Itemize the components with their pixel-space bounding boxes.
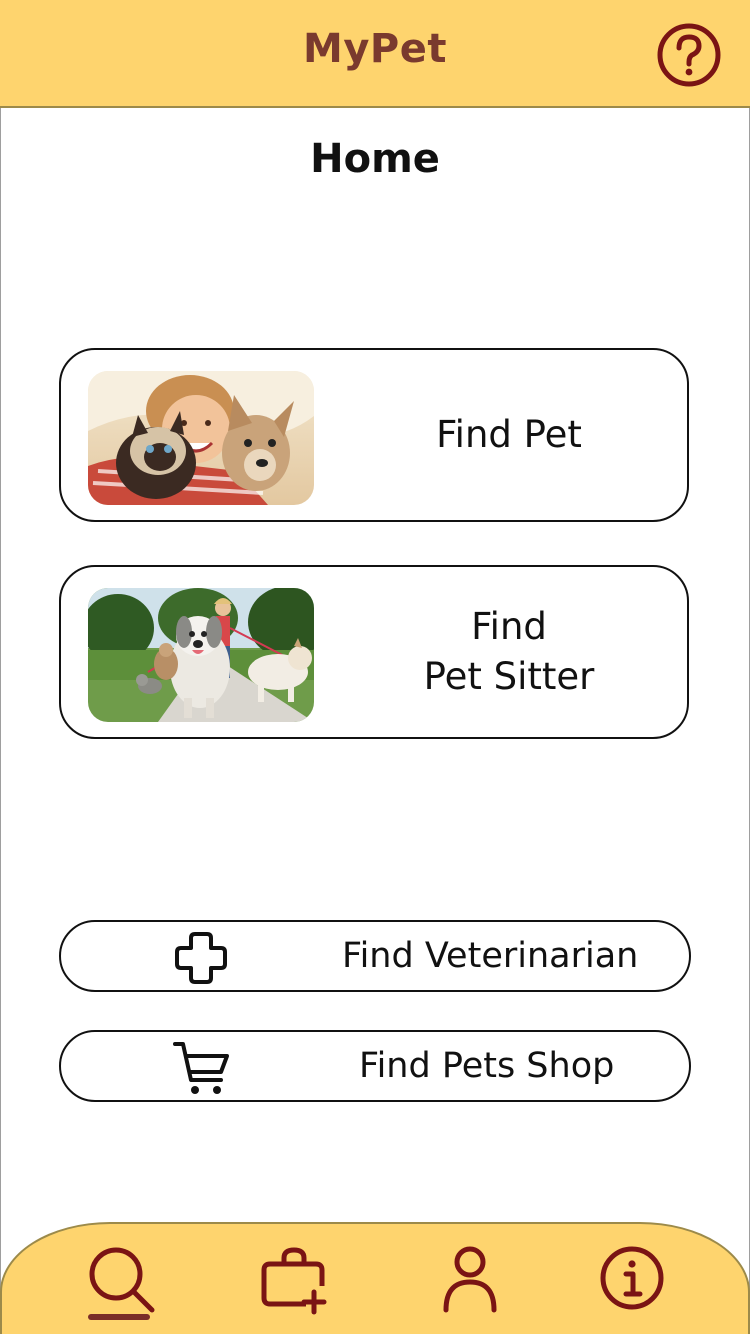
nav-profile[interactable] [432,1242,508,1318]
help-button[interactable] [656,22,722,88]
shopping-cart-icon [173,1042,229,1094]
woman-walking-dogs-photo [88,588,314,722]
medical-cross-icon [175,932,227,984]
nav-add-to-bag[interactable] [258,1242,334,1318]
app-title: MyPet [303,26,447,72]
app-header: MyPet [0,0,750,108]
search-icon [89,1247,155,1313]
girl-with-cat-and-dog-photo [88,371,314,505]
find-pets-shop-label: Find Pets Shop [359,1046,615,1086]
nav-info[interactable] [596,1242,672,1318]
find-pet-label: Find Pet [436,413,582,456]
find-pets-shop-button[interactable]: Find Pets Shop [59,1030,691,1102]
bag-add-icon [261,1247,327,1315]
find-pet-sitter-card[interactable]: Find Pet Sitter [59,565,689,739]
find-pet-sitter-label: Find Pet Sitter [423,605,595,698]
help-circle-icon [657,23,721,87]
find-pet-card[interactable]: Find Pet [59,348,689,522]
find-veterinarian-label: Find Veterinarian [342,936,639,976]
find-veterinarian-button[interactable]: Find Veterinarian [59,920,691,992]
info-circle-icon [600,1246,664,1310]
nav-search[interactable] [84,1242,160,1318]
page-title: Home [310,136,440,182]
user-icon [443,1246,497,1313]
active-tab-indicator [88,1314,150,1320]
